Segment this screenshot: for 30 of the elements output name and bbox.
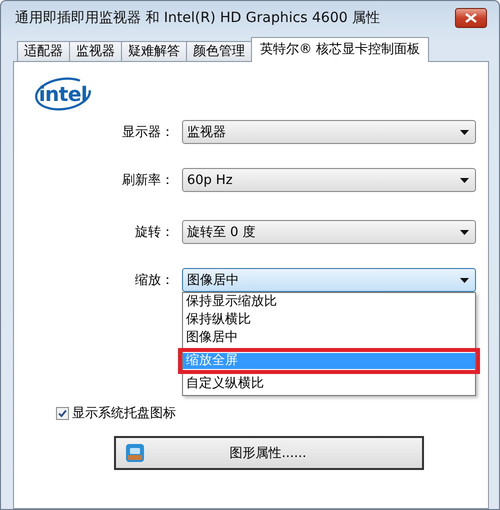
close-icon xyxy=(465,13,477,23)
setting-label: 刷新率： xyxy=(121,172,174,189)
dropdown-field[interactable]: 旋转至 0 度 xyxy=(182,220,476,244)
tab[interactable]: 颜色管理 xyxy=(186,41,252,61)
dropdown-option[interactable]: 保持纵横比 xyxy=(183,312,475,328)
tab[interactable]: 疑难解答 xyxy=(121,41,187,61)
dropdown-field[interactable]: 60p Hz xyxy=(182,168,476,192)
tab[interactable]: 监视器 xyxy=(69,41,122,61)
intel-logo: intel xyxy=(34,76,92,112)
window-title: 通用即插即用监视器 和 Intel(R) HD Graphics 4600 属性 xyxy=(14,9,380,27)
checkbox[interactable] xyxy=(56,406,69,420)
dropdown-option[interactable]: 保持显示缩放比 xyxy=(183,294,475,310)
close-button[interactable] xyxy=(455,8,487,28)
dropdown-option[interactable]: 图像居中 xyxy=(183,330,475,346)
app-icon xyxy=(126,444,144,462)
caret-icon xyxy=(460,230,469,234)
caret-icon xyxy=(460,278,469,282)
setting-label: 旋转： xyxy=(134,224,174,241)
dropdown-option[interactable]: 自定义纵横比 xyxy=(183,376,475,392)
graphics-properties-button[interactable]: 图形属性...... xyxy=(114,436,424,470)
setting-label: 显示器： xyxy=(121,124,174,141)
setting-label: 缩放： xyxy=(134,272,174,289)
dropdown-field[interactable]: 图像居中 xyxy=(182,268,476,292)
tab[interactable]: 英特尔® 核芯显卡控制面板 xyxy=(251,37,430,62)
tab[interactable]: 适配器 xyxy=(17,41,70,61)
dropdown-field[interactable]: 监视器 xyxy=(182,120,476,144)
checkbox-label: 显示系统托盘图标 xyxy=(72,405,176,422)
caret-icon xyxy=(460,130,469,134)
caret-icon xyxy=(460,178,469,182)
check-icon xyxy=(58,408,67,418)
